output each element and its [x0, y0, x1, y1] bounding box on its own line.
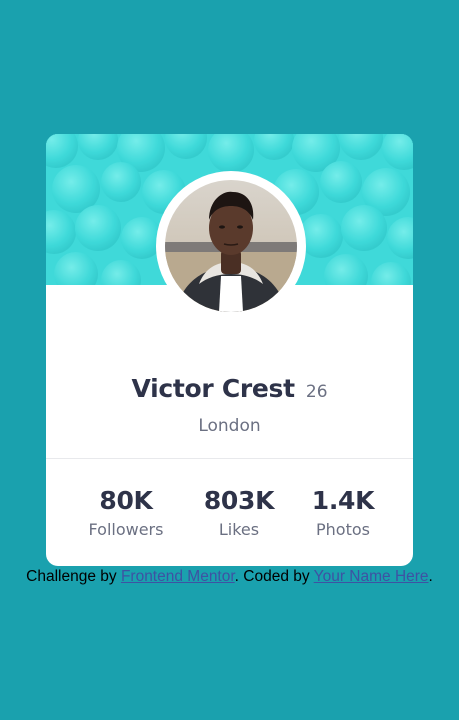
- avatar: [165, 180, 297, 312]
- stats-row: 80K Followers 803K Likes 1.4K Photos: [46, 484, 413, 544]
- stat-followers: 80K Followers: [71, 484, 181, 541]
- attribution-prefix: Challenge by: [26, 568, 117, 585]
- divider: [46, 458, 413, 459]
- frontend-mentor-link[interactable]: Frontend Mentor: [121, 568, 235, 585]
- avatar-frame: [156, 171, 306, 321]
- stat-likes: 803K Likes: [184, 484, 294, 541]
- stat-label: Followers: [88, 520, 164, 539]
- stat-value: 1.4K: [311, 486, 375, 515]
- stat-value: 80K: [99, 486, 153, 515]
- profile-name: Victor Crest: [131, 374, 295, 403]
- profile-card: Victor Crest 26 London 80K Followers 803…: [46, 134, 413, 566]
- attribution: Challenge by Frontend Mentor. Coded by Y…: [0, 566, 459, 588]
- attribution-middle: . Coded by: [234, 568, 310, 585]
- stat-photos: 1.4K Photos: [288, 484, 398, 541]
- stat-label: Photos: [316, 520, 370, 539]
- stat-label: Likes: [218, 520, 260, 539]
- profile-location: London: [198, 416, 261, 436]
- name-heading: Victor Crest 26: [46, 374, 413, 403]
- author-link[interactable]: Your Name Here: [314, 568, 429, 585]
- stat-value: 803K: [203, 486, 275, 515]
- attribution-suffix: .: [428, 568, 433, 585]
- profile-photo: [165, 180, 297, 312]
- profile-age: 26: [305, 382, 328, 402]
